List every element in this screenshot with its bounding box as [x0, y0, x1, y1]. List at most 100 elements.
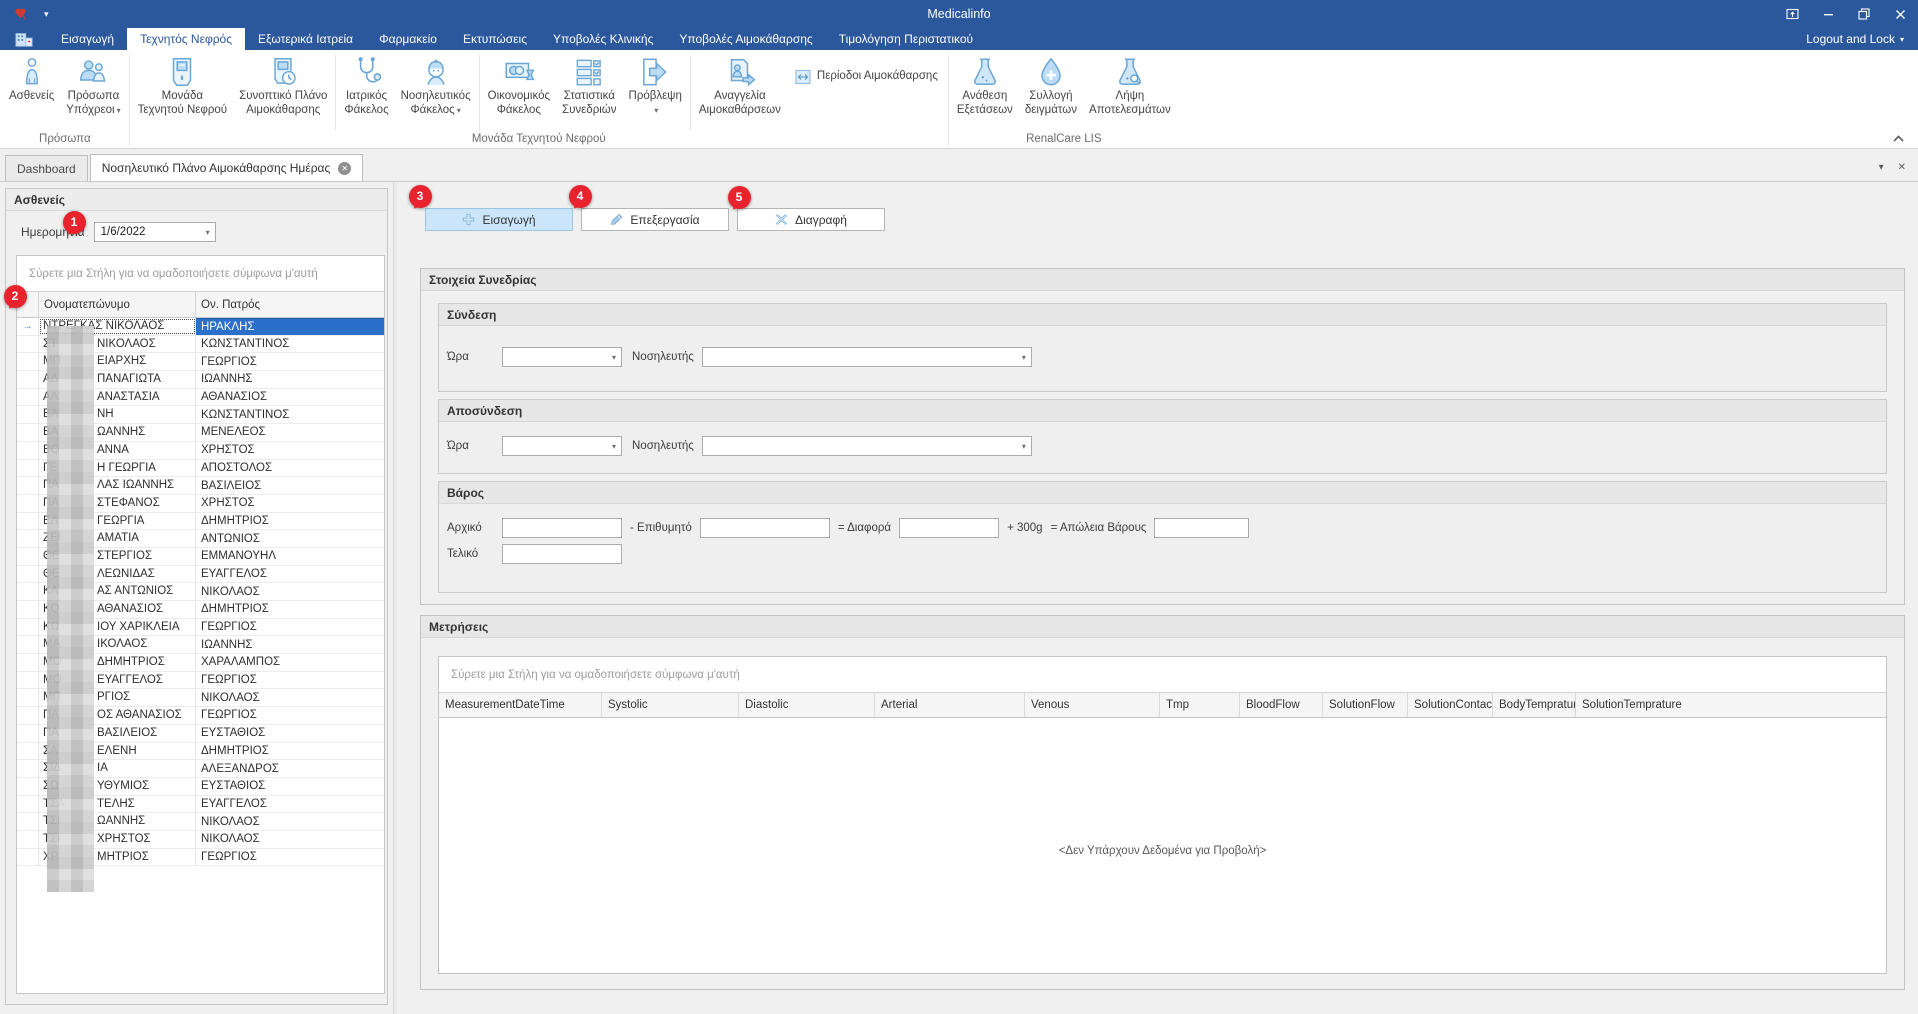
- edit-button[interactable]: Επεξεργασία: [581, 208, 729, 231]
- application-button[interactable]: [0, 28, 48, 50]
- document-tab-0[interactable]: Dashboard: [5, 155, 88, 181]
- father-name-cell[interactable]: ΑΛΕΞΑΝΔΡΟΣ: [196, 760, 384, 777]
- measurement-column-header[interactable]: Venous: [1025, 693, 1160, 717]
- maximize-button[interactable]: [1846, 0, 1882, 28]
- close-button[interactable]: [1882, 0, 1918, 28]
- measurement-column-header[interactable]: MeasurementDateTime: [439, 693, 602, 717]
- logout-and-lock-button[interactable]: Logout and Lock ▾: [1806, 28, 1918, 50]
- close-tab-icon[interactable]: ✕: [338, 162, 351, 175]
- quick-access-arrow-icon[interactable]: ▾: [44, 9, 49, 20]
- measurement-column-header[interactable]: SolutionTemprature: [1576, 693, 1886, 717]
- ribbon-button-1-1[interactable]: Συνοπτικό ΠλάνοΑιμοκάθαρσης: [233, 50, 333, 132]
- ribbon-button-2-0[interactable]: ΑνάθεσηΕξετάσεων: [951, 50, 1019, 132]
- father-name-cell[interactable]: ΒΑΣΙΛΕΙΟΣ: [196, 477, 384, 494]
- tab-list-dropdown-icon[interactable]: ▾: [1879, 162, 1884, 173]
- father-name-cell[interactable]: ΚΩΝΣΤΑΝΤΙΝΟΣ: [196, 406, 384, 423]
- father-name-cell[interactable]: ΓΕΩΡΓΙΟΣ: [196, 849, 384, 866]
- ribbon-tab-7[interactable]: Τιμολόγηση Περιστατικού: [826, 28, 986, 50]
- measurements-grid-body: <Δεν Υπάρχουν Δεδομένα για Προβολή>: [439, 718, 1886, 973]
- ribbon-button-1-10[interactable]: ΑναγγελίαΑιμοκαθάρσεων: [693, 50, 787, 132]
- father-name-cell[interactable]: ΓΕΩΡΓΙΟΣ: [196, 619, 384, 636]
- ribbon-tab-6[interactable]: Υποβολές Αιμοκάθαρσης: [666, 28, 825, 50]
- ribbon-button-1-6[interactable]: ΟικονομικόςΦάκελος: [482, 50, 556, 132]
- ribbon-tab-1[interactable]: Τεχνητός Νεφρός: [127, 28, 245, 50]
- father-name-cell[interactable]: ΕΥΑΓΓΕΛΟΣ: [196, 796, 384, 813]
- disconnect-time-select[interactable]: ▾: [502, 436, 622, 456]
- panel-splitter[interactable]: [393, 182, 397, 1014]
- fullscreen-button[interactable]: [1774, 0, 1810, 28]
- patient-name-right: ΙΚΟΛΑΟΣ: [97, 638, 147, 650]
- date-picker[interactable]: 1/6/2022 ▾: [94, 222, 216, 242]
- father-name-cell[interactable]: ΕΥΑΓΓΕΛΟΣ: [196, 566, 384, 583]
- ribbon-tab-3[interactable]: Φαρμακείο: [366, 28, 450, 50]
- final-weight-input[interactable]: [502, 544, 622, 564]
- ribbon-button-1-0[interactable]: ΜονάδαΤεχνητού Νεφρού: [132, 50, 233, 132]
- ribbon-button-2-2[interactable]: ΛήψηΑποτελεσμάτων: [1083, 50, 1177, 132]
- father-name-cell[interactable]: ΜΕΝΕΛΕΟΣ: [196, 424, 384, 441]
- periods-icon: [795, 69, 811, 85]
- father-name-cell[interactable]: ΕΥΣΤΑΘΙΟΣ: [196, 778, 384, 795]
- close-document-icon[interactable]: ✕: [1898, 162, 1906, 173]
- father-name-cell[interactable]: ΕΥΣΤΑΘΙΟΣ: [196, 725, 384, 742]
- measurement-column-header[interactable]: SolutionFlow: [1323, 693, 1408, 717]
- ribbon-button-1-11[interactable]: Περίοδοι Αιμοκάθαρσης: [787, 65, 946, 89]
- father-name-cell[interactable]: ΙΩΑΝΝΗΣ: [196, 636, 384, 653]
- column-header-father[interactable]: Ον. Πατρός: [196, 292, 384, 317]
- collapse-ribbon-icon[interactable]: [1892, 133, 1906, 144]
- father-name-cell[interactable]: ΝΙΚΟΛΑΟΣ: [196, 813, 384, 830]
- diff-weight-input[interactable]: [899, 518, 999, 538]
- connect-time-select[interactable]: ▾: [502, 347, 622, 367]
- father-name-cell[interactable]: ΝΙΚΟΛΑΟΣ: [196, 689, 384, 706]
- measurement-column-header[interactable]: BloodFlow: [1240, 693, 1323, 717]
- measurement-column-header[interactable]: Diastolic: [739, 693, 875, 717]
- minimize-button[interactable]: [1810, 0, 1846, 28]
- father-name-cell[interactable]: ΙΩΑΝΝΗΣ: [196, 371, 384, 388]
- weight-loss-input[interactable]: [1154, 518, 1249, 538]
- father-name-cell[interactable]: ΚΩΝΣΤΑΝΤΙΝΟΣ: [196, 336, 384, 353]
- measurement-column-header[interactable]: BodyTemprature: [1493, 693, 1576, 717]
- ribbon-tab-4[interactable]: Εκτυπώσεις: [450, 28, 540, 50]
- document-tab-1[interactable]: Νοσηλευτικό Πλάνο Αιμοκάθαρσης Ημέρας✕: [90, 154, 364, 181]
- patient-name-right: ΓΕΩΡΓΙΑ: [97, 515, 144, 527]
- measurement-column-header[interactable]: Arterial: [875, 693, 1025, 717]
- ribbon-tab-0[interactable]: Εισαγωγή: [48, 28, 127, 50]
- ribbon-button-1-7[interactable]: ΣτατιστικάΣυνεδριών: [556, 50, 623, 132]
- ribbon-button-0-1[interactable]: ΠρόσωπαΥπόχρεοι▾: [60, 50, 126, 132]
- group-by-hint[interactable]: Σύρετε μια Στήλη για να ομαδοποιήσετε σύ…: [439, 657, 1886, 693]
- father-name-cell[interactable]: ΑΠΟΣΤΟΛΟΣ: [196, 460, 384, 477]
- father-name-cell[interactable]: ΓΕΩΡΓΙΟΣ: [196, 353, 384, 370]
- father-name-cell[interactable]: ΕΜΜΑΝΟΥΗΛ: [196, 548, 384, 565]
- ribbon-button-1-4[interactable]: ΝοσηλευτικόςΦάκελος▾: [395, 50, 477, 132]
- measurement-column-header[interactable]: Tmp: [1160, 693, 1240, 717]
- delete-button[interactable]: Διαγραφή: [737, 208, 885, 231]
- father-name-cell[interactable]: ΑΘΑΝΑΣΙΟΣ: [196, 389, 384, 406]
- father-name-cell[interactable]: ΓΕΩΡΓΙΟΣ: [196, 672, 384, 689]
- connect-nurse-select[interactable]: ▾: [702, 347, 1032, 367]
- father-name-cell[interactable]: ΧΑΡΑΛΑΜΠΟΣ: [196, 654, 384, 671]
- father-name-cell[interactable]: ΑΝΤΩΝΙΟΣ: [196, 530, 384, 547]
- father-name-cell[interactable]: ΗΡΑΚΛΗΣ: [196, 318, 384, 335]
- father-name-cell[interactable]: ΝΙΚΟΛΑΟΣ: [196, 583, 384, 600]
- father-name-cell[interactable]: ΔΗΜΗΤΡΙΟΣ: [196, 601, 384, 618]
- father-name-cell[interactable]: ΔΗΜΗΤΡΙΟΣ: [196, 513, 384, 530]
- measurement-column-header[interactable]: SolutionContactivity: [1408, 693, 1493, 717]
- ribbon-button-2-1[interactable]: Συλλογήδειγμάτων: [1019, 50, 1083, 132]
- measurement-column-header[interactable]: Systolic: [602, 693, 739, 717]
- ribbon-button-1-3[interactable]: ΙατρικόςΦάκελος: [338, 50, 394, 132]
- disconnect-nurse-select[interactable]: ▾: [702, 436, 1032, 456]
- ribbon-tab-2[interactable]: Εξωτερικά Ιατρεία: [245, 28, 366, 50]
- group-by-hint[interactable]: Σύρετε μια Στήλη για να ομαδοποιήσετε σύ…: [17, 256, 384, 292]
- desired-weight-input[interactable]: [700, 518, 830, 538]
- ribbon-tab-5[interactable]: Υποβολές Κλινικής: [540, 28, 666, 50]
- initial-weight-input[interactable]: [502, 518, 622, 538]
- father-name-cell[interactable]: ΝΙΚΟΛΑΟΣ: [196, 831, 384, 848]
- father-name-cell[interactable]: ΔΗΜΗΤΡΙΟΣ: [196, 743, 384, 760]
- column-header-name[interactable]: Ονοματεπώνυμο: [39, 292, 196, 317]
- father-name-cell[interactable]: ΓΕΩΡΓΙΟΣ: [196, 707, 384, 724]
- ribbon-button-0-0[interactable]: Ασθενείς: [3, 50, 60, 132]
- father-name-cell[interactable]: ΧΡΗΣΤΟΣ: [196, 495, 384, 512]
- father-name-cell[interactable]: ΧΡΗΣΤΟΣ: [196, 442, 384, 459]
- ribbon-button-1-8[interactable]: Πρόβλεψη▾: [623, 50, 688, 132]
- insert-button[interactable]: Εισαγωγή: [425, 208, 573, 231]
- row-indicator-cell: [17, 371, 39, 388]
